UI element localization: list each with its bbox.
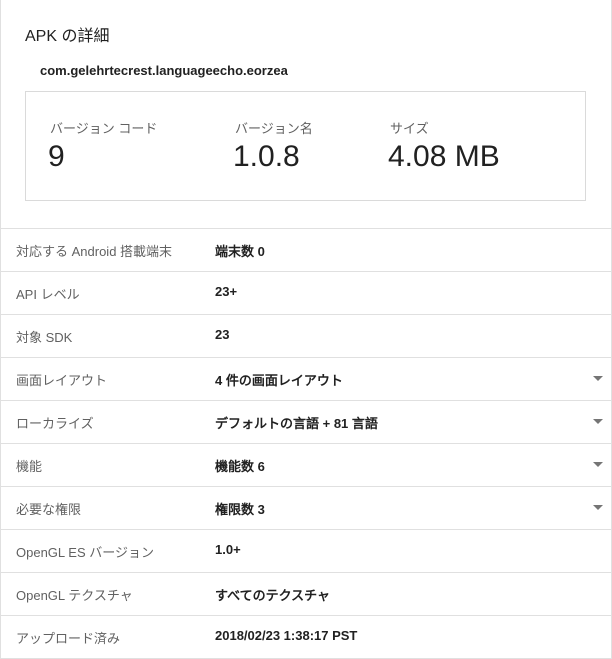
row-features[interactable]: 機能 機能数 6 (0, 444, 612, 487)
row-label: 機能 (16, 459, 43, 474)
row-label: ローカライズ (16, 416, 94, 431)
row-value: 権限数 3 (215, 502, 265, 517)
row-localizations[interactable]: ローカライズ デフォルトの言語 + 81 言語 (0, 401, 612, 444)
row-value: 機能数 6 (215, 459, 265, 474)
stat-value: 9 (48, 140, 65, 173)
row-value: デフォルトの言語 + 81 言語 (215, 416, 378, 431)
stat-label: バージョン名 (235, 121, 313, 136)
row-label: アップロード済み (16, 631, 121, 646)
row-uploaded: アップロード済み 2018/02/23 1:38:17 PST (0, 616, 612, 659)
row-api-level: API レベル 23+ (0, 272, 612, 315)
row-label: 画面レイアウト (16, 373, 108, 388)
row-permissions[interactable]: 必要な権限 権限数 3 (0, 487, 612, 530)
chevron-down-icon[interactable] (593, 419, 603, 424)
apk-details-header: APK の詳細 com.gelehrtecrest.languageecho.e… (0, 0, 612, 228)
stat-value: 4.08 MB (388, 140, 500, 173)
row-label: 対象 SDK (16, 330, 73, 345)
row-supported-devices: 対応する Android 搭載端末 端末数 0 (0, 229, 612, 272)
row-label: OpenGL テクスチャ (16, 588, 133, 603)
row-value: 4 件の画面レイアウト (215, 373, 343, 388)
chevron-down-icon[interactable] (593, 462, 603, 467)
details-table: 対応する Android 搭載端末 端末数 0 API レベル 23+ 対象 S… (0, 228, 612, 659)
row-value: 23+ (215, 284, 238, 299)
row-value: すべてのテクスチャ (215, 588, 331, 603)
row-screen-layouts[interactable]: 画面レイアウト 4 件の画面レイアウト (0, 358, 612, 401)
row-opengl-textures: OpenGL テクスチャ すべてのテクスチャ (0, 573, 612, 616)
row-label: API レベル (16, 287, 80, 302)
stat-value: 1.0.8 (233, 140, 300, 173)
package-name: com.gelehrtecrest.languageecho.eorzea (40, 63, 288, 78)
page-title: APK の詳細 (25, 28, 110, 45)
row-label: 対応する Android 搭載端末 (16, 244, 173, 259)
row-opengl-es-version: OpenGL ES バージョン 1.0+ (0, 530, 612, 573)
row-value: 23 (215, 327, 230, 342)
row-label: 必要な権限 (16, 502, 82, 517)
row-label: OpenGL ES バージョン (16, 545, 154, 560)
stat-label: バージョン コード (50, 121, 158, 136)
chevron-down-icon[interactable] (593, 376, 603, 381)
stats-card: バージョン コード 9 バージョン名 1.0.8 サイズ 4.08 MB (25, 91, 586, 201)
chevron-down-icon[interactable] (593, 505, 603, 510)
row-value: 2018/02/23 1:38:17 PST (215, 628, 358, 643)
stat-label: サイズ (390, 121, 429, 136)
row-target-sdk: 対象 SDK 23 (0, 315, 612, 358)
row-value: 1.0+ (215, 542, 241, 557)
row-value: 端末数 0 (215, 244, 265, 259)
